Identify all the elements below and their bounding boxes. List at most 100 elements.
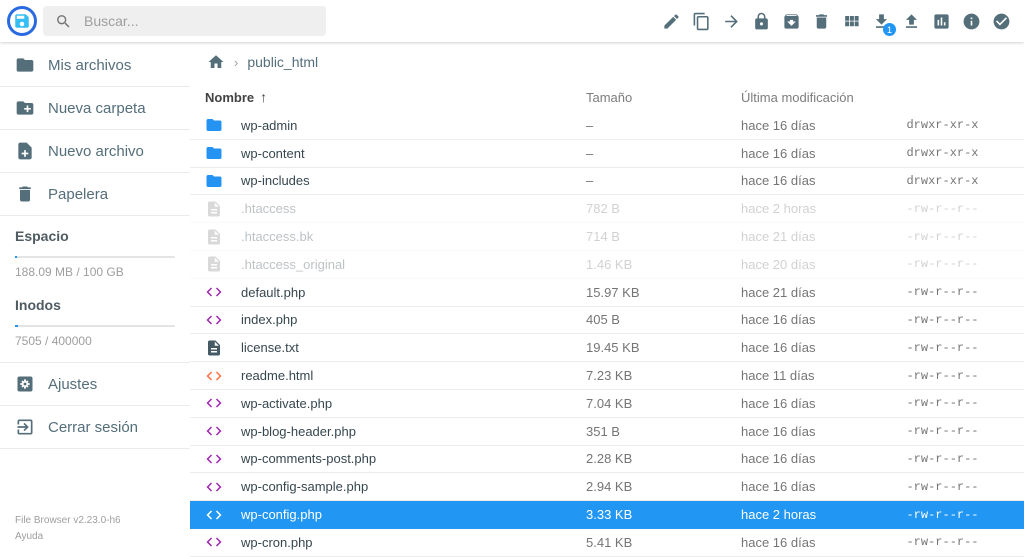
sidebar-item-trash[interactable]: Papelera bbox=[0, 173, 190, 216]
sidebar-item-new-file[interactable]: Nuevo archivo bbox=[0, 130, 190, 173]
usage-title: Inodos bbox=[15, 297, 175, 313]
file-row[interactable]: index.php 405 B hace 16 días -rw-r--r-- bbox=[190, 307, 1024, 335]
file-row[interactable]: wp-config.php 3.33 KB hace 2 horas -rw-r… bbox=[190, 501, 1024, 529]
file-name: wp-comments-post.php bbox=[241, 451, 586, 466]
file-icon bbox=[205, 255, 223, 273]
file-listing: Nombre ↑ Tamaño Última modificación wp-a… bbox=[190, 82, 1024, 557]
archive-button[interactable] bbox=[776, 4, 806, 38]
file-row[interactable]: readme.html 7.23 KB hace 11 días -rw-r--… bbox=[190, 362, 1024, 390]
column-header-modified[interactable]: Última modificación bbox=[741, 90, 891, 105]
main-panel: › public_html Nombre ↑ Tamaño Última mod… bbox=[190, 42, 1024, 557]
file-modified: hace 16 días bbox=[741, 479, 891, 494]
sidebar-item-settings[interactable]: Ajustes bbox=[0, 363, 190, 406]
select-button[interactable] bbox=[986, 4, 1016, 38]
folder-icon bbox=[205, 172, 223, 190]
file-row[interactable]: default.php 15.97 KB hace 21 días -rw-r-… bbox=[190, 279, 1024, 307]
file-name: wp-config-sample.php bbox=[241, 479, 586, 494]
arrow-forward-icon bbox=[722, 12, 741, 31]
file-name: wp-admin bbox=[241, 118, 586, 133]
file-size: 714 B bbox=[586, 229, 741, 244]
sidebar-actions: Ajustes Cerrar sesión bbox=[0, 363, 190, 449]
column-header-name[interactable]: Nombre ↑ bbox=[205, 89, 586, 105]
copy-icon bbox=[692, 12, 711, 31]
file-permissions: -rw-r--r-- bbox=[891, 230, 994, 244]
sidebar-item-label: Ajustes bbox=[48, 376, 97, 393]
file-row[interactable]: .htaccess 782 B hace 2 horas -rw-r--r-- bbox=[190, 195, 1024, 223]
upload-icon bbox=[902, 12, 921, 31]
sidebar-item-logout[interactable]: Cerrar sesión bbox=[0, 406, 190, 449]
file-row[interactable]: wp-blog-header.php 351 B hace 16 días -r… bbox=[190, 418, 1024, 446]
file-size: 405 B bbox=[586, 312, 741, 327]
file-row[interactable]: wp-activate.php 7.04 KB hace 16 días -rw… bbox=[190, 390, 1024, 418]
folder-row[interactable]: wp-includes – hace 16 días drwxr-xr-x bbox=[190, 168, 1024, 196]
file-name: license.txt bbox=[241, 340, 586, 355]
file-modified: hace 2 horas bbox=[741, 507, 891, 522]
code-file-icon bbox=[205, 478, 223, 496]
file-permissions: -rw-r--r-- bbox=[891, 257, 994, 271]
file-icon bbox=[205, 228, 223, 246]
app-logo[interactable] bbox=[7, 6, 37, 36]
home-icon[interactable] bbox=[207, 53, 225, 71]
file-permissions: -rw-r--r-- bbox=[891, 202, 994, 216]
file-name: readme.html bbox=[241, 368, 586, 383]
search-input[interactable] bbox=[82, 12, 314, 30]
sidebar-item-new-folder[interactable]: Nueva carpeta bbox=[0, 87, 190, 130]
code-file-icon bbox=[205, 311, 223, 329]
file-modified: hace 20 días bbox=[741, 257, 891, 272]
file-size: 1.46 KB bbox=[586, 257, 741, 272]
file-row[interactable]: wp-comments-post.php 2.28 KB hace 16 día… bbox=[190, 446, 1024, 474]
file-modified: hace 16 días bbox=[741, 312, 891, 327]
sidebar: Mis archivos Nueva carpeta Nuevo archivo… bbox=[0, 42, 190, 557]
file-name: .htaccess bbox=[241, 201, 586, 216]
column-header-size[interactable]: Tamaño bbox=[586, 90, 741, 105]
usage-value: 188.09 MB / 100 GB bbox=[15, 265, 175, 279]
file-name: wp-config.php bbox=[241, 507, 586, 522]
lock-button[interactable] bbox=[746, 4, 776, 38]
sidebar-item-label: Mis archivos bbox=[48, 57, 131, 74]
file-row[interactable]: wp-config-sample.php 2.94 KB hace 16 día… bbox=[190, 473, 1024, 501]
download-button[interactable]: 1 bbox=[866, 4, 896, 38]
info-button[interactable] bbox=[956, 4, 986, 38]
trash-icon bbox=[15, 184, 35, 204]
sidebar-nav: Mis archivos Nueva carpeta Nuevo archivo… bbox=[0, 44, 190, 216]
file-size: 2.94 KB bbox=[586, 479, 741, 494]
move-button[interactable] bbox=[716, 4, 746, 38]
file-size: 3.33 KB bbox=[586, 507, 741, 522]
file-rows: wp-admin – hace 16 días drwxr-xr-x wp-co… bbox=[190, 112, 1024, 557]
help-link[interactable]: Ayuda bbox=[15, 529, 175, 545]
view-grid-button[interactable] bbox=[836, 4, 866, 38]
file-row[interactable]: wp-cron.php 5.41 KB hace 16 días -rw-r--… bbox=[190, 529, 1024, 557]
breadcrumb-folder[interactable]: public_html bbox=[247, 54, 318, 70]
usage-title: Espacio bbox=[15, 228, 175, 244]
file-permissions: drwxr-xr-x bbox=[891, 118, 994, 132]
trash-icon bbox=[812, 12, 831, 31]
file-name: wp-includes bbox=[241, 173, 586, 188]
file-permissions: drwxr-xr-x bbox=[891, 174, 994, 188]
search-bar[interactable] bbox=[43, 6, 326, 36]
file-permissions: -rw-r--r-- bbox=[891, 369, 994, 383]
file-permissions: -rw-r--r-- bbox=[891, 313, 994, 327]
search-icon bbox=[55, 13, 72, 30]
folder-row[interactable]: wp-content – hace 16 días drwxr-xr-x bbox=[190, 140, 1024, 168]
sidebar-item-my-files[interactable]: Mis archivos bbox=[0, 44, 190, 87]
file-modified: hace 16 días bbox=[741, 340, 891, 355]
file-permissions: -rw-r--r-- bbox=[891, 285, 994, 299]
folder-row[interactable]: wp-admin – hace 16 días drwxr-xr-x bbox=[190, 112, 1024, 140]
file-row[interactable]: .htaccess.bk 714 B hace 21 días -rw-r--r… bbox=[190, 223, 1024, 251]
sort-ascending-icon: ↑ bbox=[260, 89, 267, 105]
sidebar-usage: Espacio 188.09 MB / 100 GB Inodos 7505 /… bbox=[0, 216, 190, 354]
file-name: .htaccess_original bbox=[241, 257, 586, 272]
rename-button[interactable] bbox=[656, 4, 686, 38]
stats-button[interactable] bbox=[926, 4, 956, 38]
file-size: – bbox=[586, 118, 741, 133]
upload-button[interactable] bbox=[896, 4, 926, 38]
code-file-icon bbox=[205, 394, 223, 412]
file-plus-icon bbox=[15, 141, 35, 161]
file-row[interactable]: .htaccess_original 1.46 KB hace 20 días … bbox=[190, 251, 1024, 279]
copy-button[interactable] bbox=[686, 4, 716, 38]
sidebar-item-label: Cerrar sesión bbox=[48, 419, 138, 436]
file-name: .htaccess.bk bbox=[241, 229, 586, 244]
delete-button[interactable] bbox=[806, 4, 836, 38]
file-row[interactable]: license.txt 19.45 KB hace 16 días -rw-r-… bbox=[190, 334, 1024, 362]
file-modified: hace 16 días bbox=[741, 424, 891, 439]
